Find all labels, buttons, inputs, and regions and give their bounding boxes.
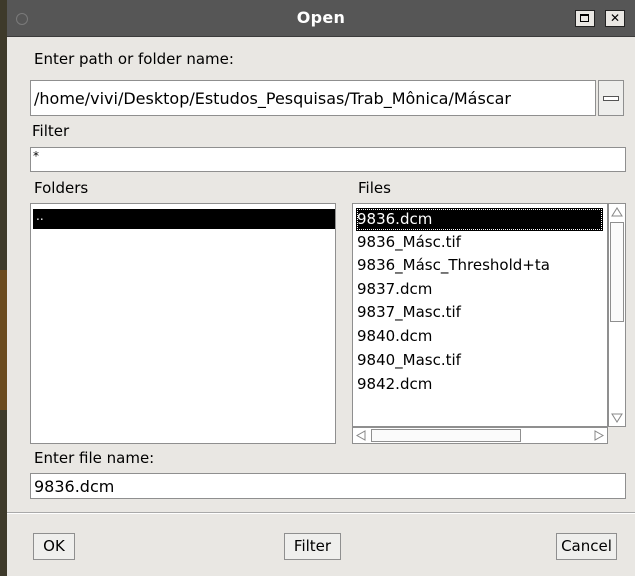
file-item[interactable]: 9840_Masc.tif	[356, 349, 603, 372]
filter-button[interactable]: Filter	[284, 533, 341, 560]
file-item[interactable]: 9837.dcm	[356, 278, 603, 301]
files-vertical-scrollbar[interactable]	[608, 203, 626, 427]
files-horizontal-scrollbar[interactable]	[352, 427, 608, 444]
vertical-scroll-thumb[interactable]	[610, 222, 624, 322]
path-input[interactable]: /home/vivi/Desktop/Estudos_Pesquisas/Tra…	[30, 80, 596, 116]
file-item[interactable]: 9836_Másc.tif	[356, 231, 603, 254]
file-item[interactable]: 9836_Másc_Threshold+ta	[356, 254, 603, 277]
folder-item-parent[interactable]: ..	[33, 209, 335, 229]
desktop-edge-stripe	[0, 270, 7, 410]
scroll-right-icon[interactable]	[592, 429, 606, 442]
desktop-edge	[0, 0, 7, 576]
path-history-button[interactable]	[598, 80, 624, 116]
scroll-down-icon[interactable]	[610, 411, 624, 425]
cancel-button[interactable]: Cancel	[556, 533, 617, 560]
filename-label: Enter file name:	[34, 449, 155, 467]
ok-button[interactable]: OK	[33, 533, 75, 560]
folders-label: Folders	[34, 179, 89, 197]
file-item[interactable]: 9842.dcm	[356, 373, 603, 396]
button-separator-highlight	[7, 513, 635, 514]
maximize-button[interactable]	[575, 10, 595, 27]
files-label: Files	[358, 179, 391, 197]
close-icon: ✕	[609, 11, 621, 25]
file-item[interactable]: 9837_Masc.tif	[356, 301, 603, 324]
scroll-left-icon[interactable]	[354, 429, 368, 442]
maximize-icon	[580, 14, 589, 22]
path-label: Enter path or folder name:	[34, 50, 234, 68]
file-item[interactable]: 9840.dcm	[356, 325, 603, 348]
close-button[interactable]: ✕	[605, 10, 625, 27]
combo-icon	[603, 96, 619, 101]
scroll-up-icon[interactable]	[610, 205, 624, 219]
filename-input[interactable]: 9836.dcm	[30, 473, 626, 499]
window-title: Open	[296, 8, 346, 27]
folders-list[interactable]: ..	[30, 203, 336, 444]
filter-label: Filter	[32, 122, 70, 140]
title-bar[interactable]: Open ✕	[7, 0, 635, 37]
horizontal-scroll-thumb[interactable]	[371, 429, 521, 442]
file-item[interactable]: 9836.dcm	[356, 208, 603, 231]
filter-input[interactable]: *	[30, 147, 626, 172]
files-list[interactable]: 9836.dcm 9836_Másc.tif 9836_Másc_Thresho…	[352, 203, 608, 427]
